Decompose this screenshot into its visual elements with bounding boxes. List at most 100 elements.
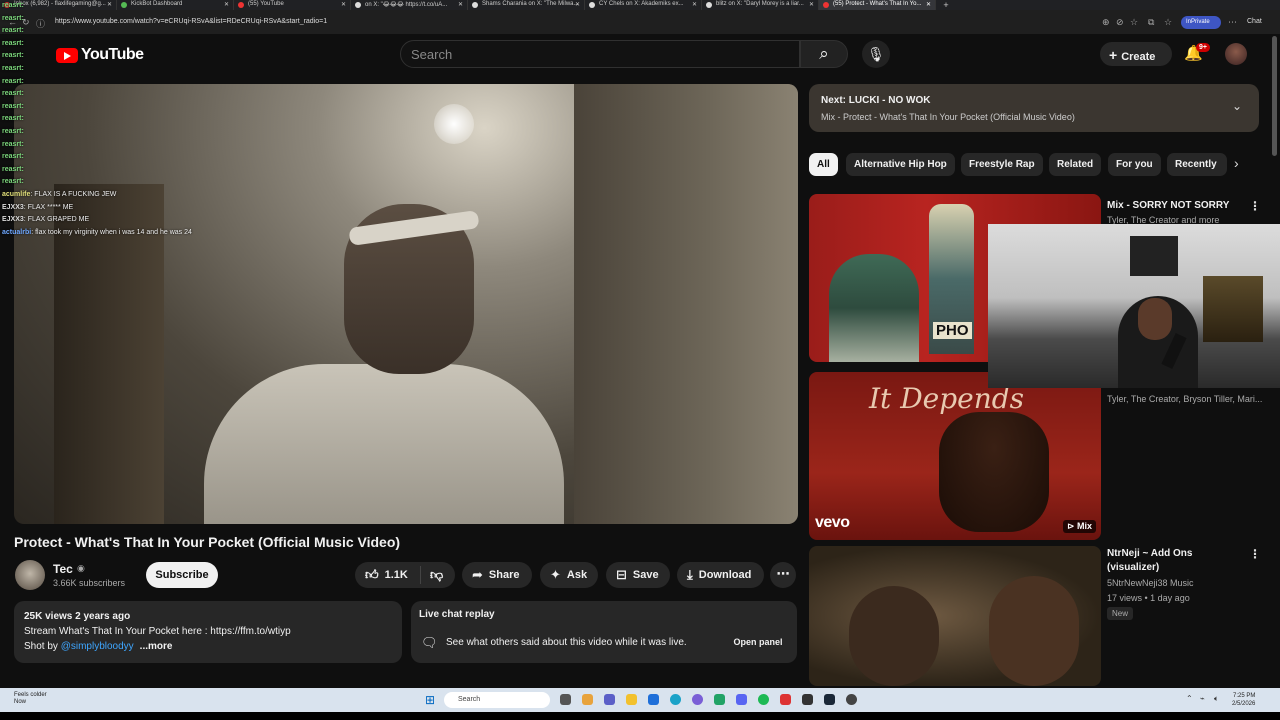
recommendation-title[interactable]: NtrNeji ~ Add Ons (visualizer) <box>1107 547 1237 575</box>
like-button[interactable]: 👍︎ 1.1K <box>355 566 421 584</box>
description-line: Shot by @simplybloodyy ...more <box>24 641 173 652</box>
tracking-icon[interactable]: ⊘ <box>1116 17 1124 28</box>
recommendation-thumbnail[interactable] <box>809 546 1101 686</box>
favorite-star-icon[interactable]: ☆ <box>1130 17 1138 28</box>
chip-alternative-hip-hop[interactable]: Alternative Hip Hop <box>846 153 955 176</box>
scrollbar[interactable] <box>1272 36 1277 156</box>
more-actions-button[interactable]: ⋯ <box>770 562 796 588</box>
live-chat-replay-card: Live chat replay 🗨 See what others said … <box>411 601 797 663</box>
tray-chevron-icon[interactable]: ⌃ <box>1186 694 1193 703</box>
browser-tab[interactable]: Shams Charania on X: "The Milwa... ✕ <box>468 0 585 10</box>
app-icon[interactable] <box>714 694 725 705</box>
chip-for-you[interactable]: For you <box>1108 153 1161 176</box>
obs-icon[interactable] <box>846 694 857 705</box>
more-vertical-icon[interactable]: ⋮ <box>1249 547 1261 561</box>
download-icon: ⤓ <box>687 567 693 582</box>
chat-line: reasrt: <box>2 165 24 173</box>
up-next-mix-card[interactable]: Next: LUCKI - NO WOK Mix - Protect - Wha… <box>809 84 1259 132</box>
volume-icon[interactable]: 🔈︎ <box>1214 694 1219 704</box>
chevron-down-icon[interactable]: ⌄ <box>1232 99 1242 113</box>
more-menu-icon[interactable]: ⋯ <box>1228 17 1237 28</box>
taskbar-clock[interactable]: 7:25 PM 2/5/2026 <box>1232 692 1255 708</box>
app-icon[interactable] <box>692 694 703 705</box>
thumbnail-sign-text: PHO <box>933 322 972 339</box>
edge-icon[interactable] <box>670 694 681 705</box>
search-button[interactable]: ⌕ <box>800 40 848 68</box>
chat-line: reasrt: <box>2 127 24 135</box>
teams-icon[interactable] <box>604 694 615 705</box>
save-button[interactable]: ⊟ Save <box>606 562 670 588</box>
dislike-button[interactable]: 👎︎ <box>421 562 443 588</box>
copilot-icon[interactable] <box>582 694 593 705</box>
new-tab-button[interactable]: + <box>936 0 956 10</box>
chip-all[interactable]: All <box>809 153 838 176</box>
close-tab-icon[interactable]: ✕ <box>692 1 697 8</box>
new-badge: New <box>1107 607 1134 620</box>
view-count-date: 25K views 2 years ago <box>24 611 131 622</box>
weather-widget[interactable]: Feels colder Now <box>14 692 47 706</box>
taskbar-search[interactable]: Search <box>444 692 550 708</box>
browser-tab[interactable]: blitz on X: "Daryl Morey is a liar... ✕ <box>702 0 819 10</box>
live-chat-text: See what others said about this video wh… <box>446 637 687 648</box>
voice-search-button[interactable]: 🎙 <box>862 40 890 68</box>
more-vertical-icon[interactable]: ⋮ <box>1249 199 1261 213</box>
open-panel-button[interactable]: Open panel <box>729 632 787 652</box>
app-icon[interactable] <box>780 694 791 705</box>
thumbnail-figure <box>989 576 1079 686</box>
chat-line: EJXX3: FLAX ***** ME <box>2 203 74 211</box>
spotify-icon[interactable] <box>758 694 769 705</box>
chat-line: EJXX3: FLAX GRAPED ME <box>2 216 90 224</box>
chip-freestyle-rap[interactable]: Freestyle Rap <box>961 153 1043 176</box>
close-tab-icon[interactable]: ✕ <box>575 1 580 8</box>
chat-line: reasrt: <box>2 64 24 72</box>
chip-related[interactable]: Related <box>1049 153 1102 176</box>
inprivate-badge[interactable]: InPrivate <box>1181 16 1221 29</box>
chat-line: reasrt: <box>2 90 24 98</box>
chevron-right-icon[interactable]: › <box>1234 155 1239 171</box>
recommendation-thumbnail[interactable]: It Depends vevo ⊳ Mix <box>809 372 1101 540</box>
favorites-icon[interactable]: ☆ <box>1164 17 1172 28</box>
chip-recently[interactable]: Recently <box>1167 153 1227 176</box>
ask-button[interactable]: ✦ Ask <box>540 562 598 588</box>
close-tab-icon[interactable]: ✕ <box>926 1 931 8</box>
account-avatar[interactable] <box>1225 43 1247 65</box>
recommendation-title[interactable]: Mix - SORRY NOT SORRY <box>1107 199 1237 213</box>
chat-line: reasrt: <box>2 102 24 110</box>
browser-tab-active[interactable]: (55) Protect - What's That In Yo... ✕ <box>819 0 936 10</box>
network-icon[interactable]: ⌁ <box>1200 694 1205 703</box>
copilot-chat-button[interactable]: Chat <box>1247 18 1262 25</box>
description-box[interactable]: 25K views 2 years ago Stream What's That… <box>14 601 402 663</box>
zoom-icon[interactable]: ⊕ <box>1102 17 1110 28</box>
close-tab-icon[interactable]: ✕ <box>341 1 346 8</box>
search-input[interactable]: Search <box>400 40 800 68</box>
channel-name[interactable]: Tec <box>53 562 73 576</box>
chat-line: reasrt: <box>2 52 24 60</box>
download-button[interactable]: ⤓ Download <box>677 562 764 588</box>
search-icon: ⌕ <box>819 44 829 63</box>
thumbnail-figure <box>939 412 1049 532</box>
steam-icon[interactable] <box>824 694 835 705</box>
file-explorer-icon[interactable] <box>626 694 637 705</box>
create-button[interactable]: + Create <box>1100 42 1172 66</box>
subscribe-button[interactable]: Subscribe <box>146 562 218 588</box>
bookmark-icon: ⊟ <box>616 567 627 582</box>
next-video-label: Next: LUCKI - NO WOK <box>821 95 931 106</box>
task-view-icon[interactable] <box>560 694 571 705</box>
browser-tab[interactable]: CY Chels on X: Akademiks ex... ✕ <box>585 0 702 10</box>
mention-link[interactable]: @simplybloodyy <box>61 641 134 652</box>
channel-avatar[interactable] <box>15 560 45 590</box>
discord-icon[interactable] <box>736 694 747 705</box>
close-tab-icon[interactable]: ✕ <box>458 1 463 8</box>
show-more-link[interactable]: ...more <box>140 641 173 652</box>
playlist-icon: ⊳ <box>1067 521 1078 531</box>
app-icon[interactable] <box>802 694 813 705</box>
video-frame-subject-shirt <box>204 364 564 524</box>
extensions-icon[interactable]: ⧉ <box>1148 17 1154 28</box>
sparkle-icon: ✦ <box>550 567 561 582</box>
store-icon[interactable] <box>648 694 659 705</box>
share-button[interactable]: ➦ Share <box>462 562 532 588</box>
webcam-poster <box>1203 276 1263 342</box>
close-tab-icon[interactable]: ✕ <box>809 1 814 8</box>
windows-start-icon[interactable]: ⊞ <box>425 693 435 707</box>
browser-tab[interactable]: on X: "😂😂😂 https://t.co/uA... ✕ <box>351 0 468 10</box>
